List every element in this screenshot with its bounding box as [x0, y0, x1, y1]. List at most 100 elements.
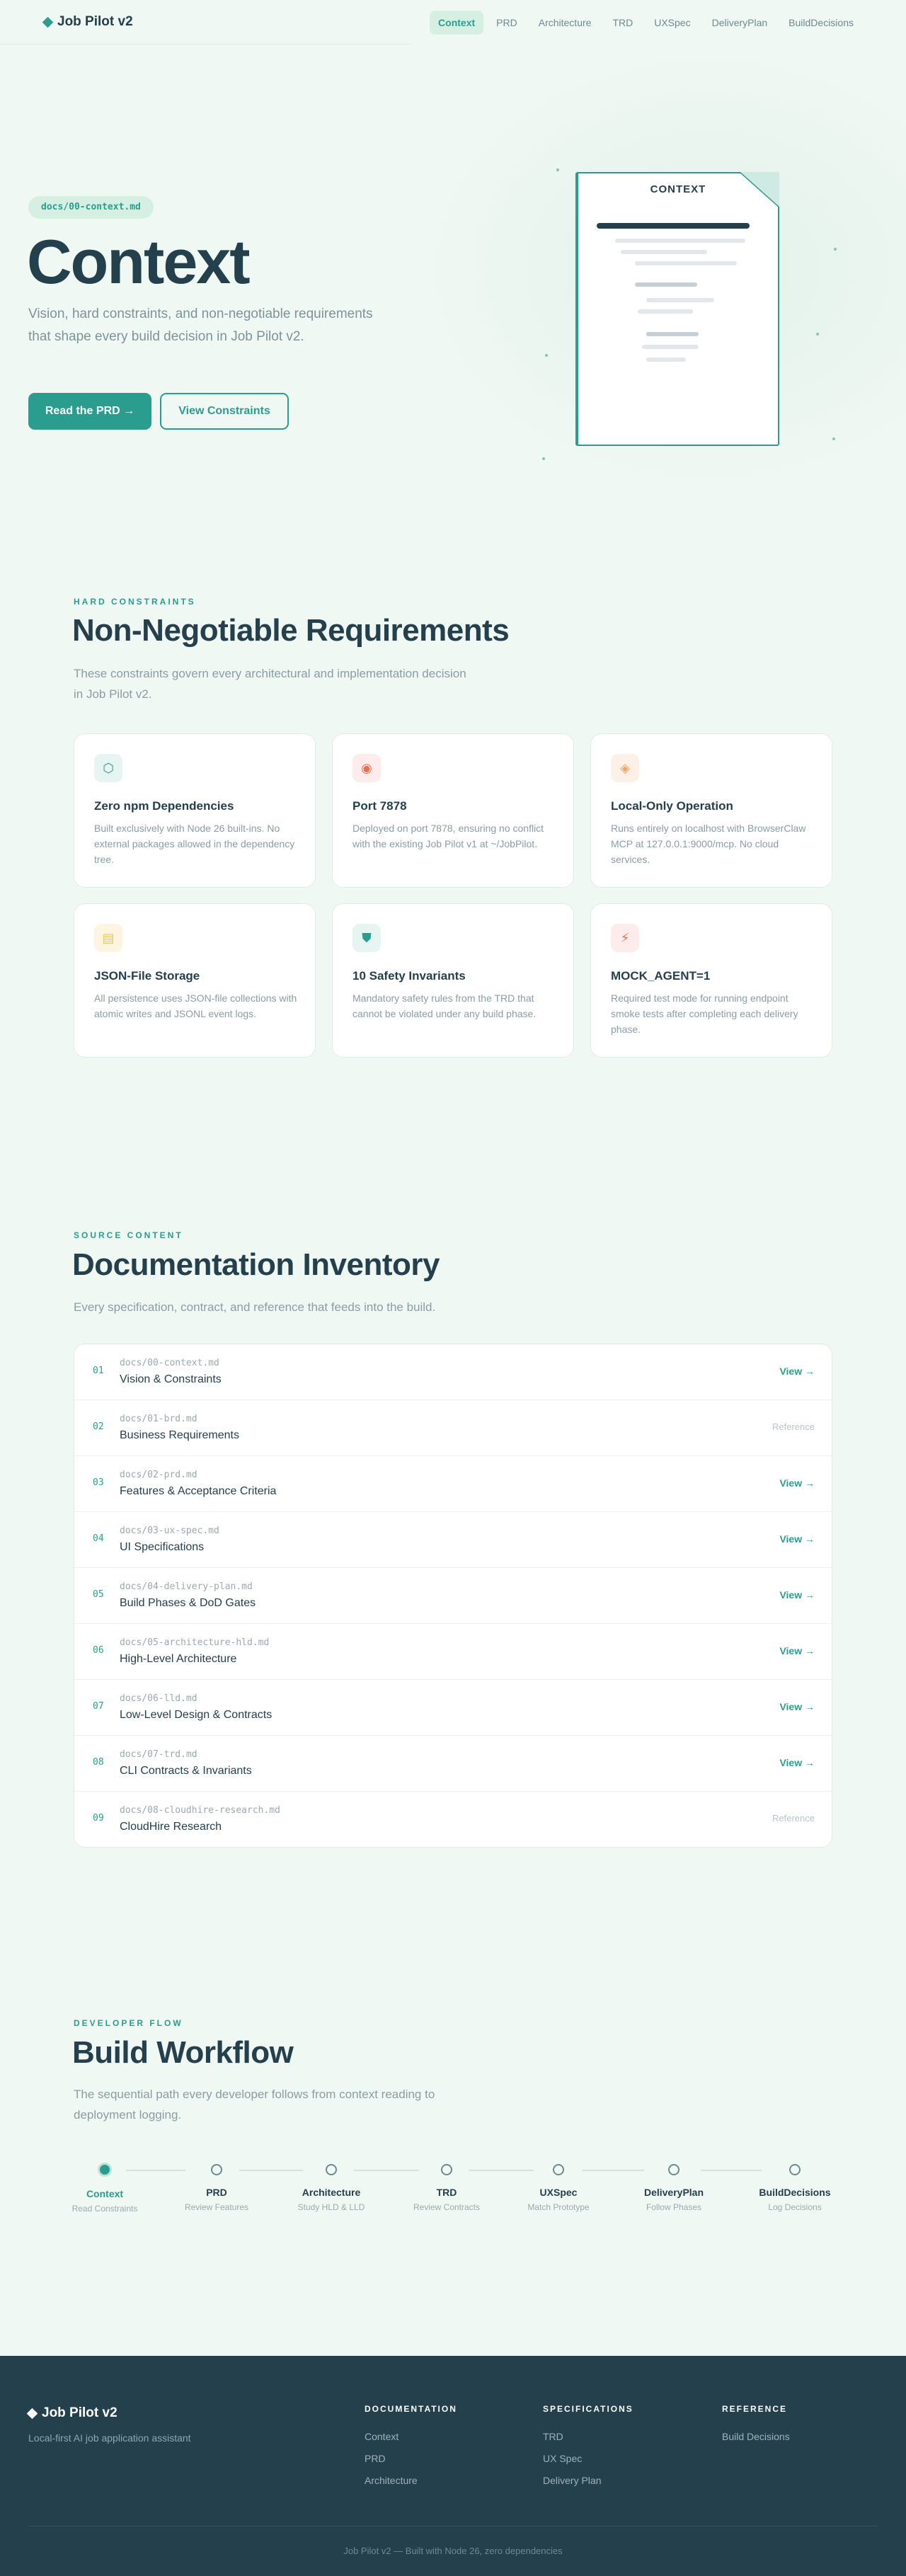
diamond-icon: ◈: [611, 754, 639, 782]
step-description: Review Contracts: [413, 2202, 481, 2212]
constraint-card-port: ◉ Port 7878 Deployed on port 7878, ensur…: [332, 733, 574, 888]
row-number: 08: [93, 1757, 104, 1768]
list-item[interactable]: 04 docs/03-ux-spec.md UI Specifications …: [74, 1512, 832, 1568]
row-number: 09: [93, 1813, 104, 1824]
workflow-step-uxspec[interactable]: UXSpec Match Prototype: [512, 2164, 604, 2214]
workflow-step-architecture[interactable]: Architecture Study HLD & LLD: [285, 2164, 377, 2214]
inventory-subtitle: Every specification, contract, and refer…: [74, 1300, 436, 1314]
constraints-subtitle: These constraints govern every architect…: [74, 667, 466, 701]
sparkle-dot: [834, 248, 837, 251]
view-link[interactable]: View →: [779, 1533, 815, 1545]
row-file-path: docs/02-prd.md: [120, 1470, 197, 1480]
read-prd-button[interactable]: Read the PRD →: [28, 393, 151, 430]
workflow-step-deliveryplan[interactable]: DeliveryPlan Follow Phases: [628, 2164, 720, 2214]
workflow-step-trd[interactable]: TRD Review Contracts: [401, 2164, 493, 2214]
workflow-title: Build Workflow: [72, 2035, 294, 2070]
card-description: Deployed on port 7878, ensuring no confl…: [352, 823, 544, 849]
view-link[interactable]: View →: [779, 1645, 815, 1656]
footer-link-ux-spec[interactable]: UX Spec: [543, 2453, 633, 2464]
step-name: Context: [86, 2188, 124, 2199]
footer-tagline: Local-first AI job application assistant: [28, 2432, 191, 2444]
view-link[interactable]: View →: [779, 1701, 815, 1712]
row-number: 06: [93, 1645, 104, 1656]
step-dot-icon: [326, 2164, 337, 2175]
page-title: Context: [27, 227, 251, 297]
row-number: 07: [93, 1701, 104, 1712]
row-title: Low-Level Design & Contracts: [120, 1709, 273, 1721]
sparkle-dot: [816, 333, 819, 336]
row-file-path: docs/05-architecture-hld.md: [120, 1637, 270, 1648]
row-title: CLI Contracts & Invariants: [120, 1765, 252, 1777]
site-footer: Job Pilot v2 Local-first AI job applicat…: [0, 2356, 906, 2576]
footer-link-architecture[interactable]: Architecture: [365, 2475, 457, 2486]
nav-link-builddecisions[interactable]: BuildDecisions: [780, 11, 862, 35]
list-item[interactable]: 09 docs/08-cloudhire-research.md CloudHi…: [74, 1792, 832, 1847]
target-icon: ◉: [352, 754, 381, 782]
row-file-path: docs/00-context.md: [120, 1358, 219, 1368]
context-document-illustration: CONTEXT: [575, 172, 779, 446]
nav-link-architecture[interactable]: Architecture: [530, 11, 600, 35]
row-file-path: docs/08-cloudhire-research.md: [120, 1805, 280, 1816]
sparkle-dot: [545, 354, 548, 357]
constraint-card-zero-deps: ⬡ Zero npm Dependencies Built exclusivel…: [74, 733, 316, 888]
list-item[interactable]: 01 docs/00-context.md Vision & Constrain…: [74, 1344, 832, 1400]
footer-brand[interactable]: Job Pilot v2: [26, 2405, 117, 2421]
list-item[interactable]: 02 docs/01-brd.md Business Requirements …: [74, 1400, 832, 1456]
view-link[interactable]: View →: [779, 1757, 815, 1768]
list-item[interactable]: 05 docs/04-delivery-plan.md Build Phases…: [74, 1568, 832, 1624]
document-line: [597, 223, 750, 229]
list-item[interactable]: 07 docs/06-lld.md Low-Level Design & Con…: [74, 1680, 832, 1736]
document-line: [646, 332, 699, 336]
nav-link-trd[interactable]: TRD: [604, 11, 641, 35]
workflow-step-builddecisions[interactable]: BuildDecisions Log Decisions: [749, 2164, 841, 2214]
brand-logo[interactable]: Job Pilot v2: [42, 14, 133, 30]
nav-link-uxspec[interactable]: UXSpec: [646, 11, 699, 35]
footer-link-prd[interactable]: PRD: [365, 2453, 457, 2464]
constraint-card-json-storage: ▤ JSON-File Storage All persistence uses…: [74, 903, 316, 1058]
workflow-step-context[interactable]: Context Read Constraints: [59, 2163, 151, 2216]
card-description: Required test mode for running endpoint …: [611, 992, 798, 1035]
nav-links: Context PRD Architecture TRD UXSpec Deli…: [430, 11, 862, 35]
view-link[interactable]: View →: [779, 1366, 815, 1377]
row-number: 02: [93, 1421, 104, 1432]
diamond-logo-icon: [42, 16, 54, 28]
footer-link-trd[interactable]: TRD: [543, 2431, 633, 2442]
workflow-subtitle: The sequential path every developer foll…: [74, 2088, 435, 2122]
card-description: Built exclusively with Node 26 built-ins…: [94, 823, 295, 865]
workflow-eyebrow: DEVELOPER FLOW: [74, 2018, 183, 2028]
reference-label: Reference: [772, 1813, 815, 1824]
card-title: 10 Safety Invariants: [352, 969, 466, 983]
row-file-path: docs/07-trd.md: [120, 1749, 197, 1760]
nav-link-context[interactable]: Context: [430, 11, 484, 35]
document-line: [615, 239, 745, 243]
row-number: 03: [93, 1477, 104, 1488]
card-description: Runs entirely on localhost with BrowserC…: [611, 823, 806, 865]
document-line: [642, 345, 699, 349]
step-dot-icon: [668, 2164, 680, 2175]
nav-link-prd[interactable]: PRD: [488, 11, 526, 35]
footer-link-build-decisions[interactable]: Build Decisions: [722, 2431, 790, 2442]
brand-name: Job Pilot v2: [57, 14, 133, 29]
view-link[interactable]: View →: [779, 1477, 815, 1489]
footer-column-documentation: DOCUMENTATION Context PRD Architecture: [365, 2404, 457, 2497]
footer-link-context[interactable]: Context: [365, 2431, 457, 2442]
card-title: Port 7878: [352, 799, 407, 813]
top-nav: Job Pilot v2 Context PRD Architecture TR…: [0, 0, 906, 45]
step-dot-icon: [553, 2164, 564, 2175]
list-item[interactable]: 08 docs/07-trd.md CLI Contracts & Invari…: [74, 1736, 832, 1792]
shield-icon: ⛊: [352, 924, 381, 952]
step-description: Review Features: [184, 2202, 249, 2212]
sparkle-dot: [556, 168, 559, 171]
list-item[interactable]: 06 docs/05-architecture-hld.md High-Leve…: [74, 1624, 832, 1680]
card-title: Local-Only Operation: [611, 799, 733, 813]
view-link[interactable]: View →: [779, 1589, 815, 1601]
view-constraints-button[interactable]: View Constraints: [160, 393, 289, 430]
step-description: Study HLD & LLD: [297, 2202, 365, 2212]
card-description: Mandatory safety rules from the TRD that…: [352, 992, 537, 1019]
documentation-list: 01 docs/00-context.md Vision & Constrain…: [74, 1344, 832, 1848]
step-name: UXSpec: [539, 2187, 578, 2198]
list-item[interactable]: 03 docs/02-prd.md Features & Acceptance …: [74, 1456, 832, 1512]
footer-link-delivery-plan[interactable]: Delivery Plan: [543, 2475, 633, 2486]
nav-link-deliveryplan[interactable]: DeliveryPlan: [704, 11, 776, 35]
workflow-step-prd[interactable]: PRD Review Features: [171, 2164, 263, 2214]
